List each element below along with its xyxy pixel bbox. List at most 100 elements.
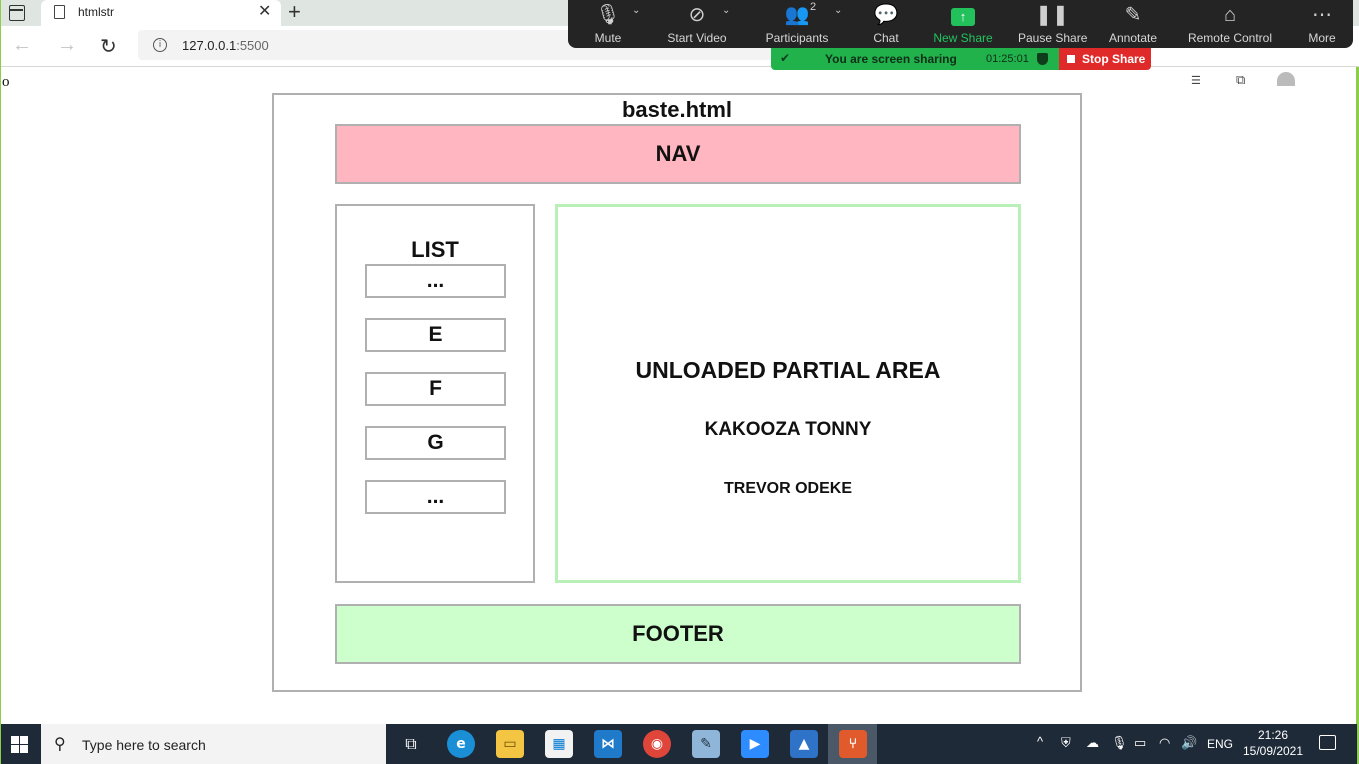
participant-count: 2 [810,1,817,13]
search-icon: ⚲ [54,734,66,753]
language-indicator[interactable]: ENG [1207,737,1233,751]
mute-button[interactable]: 🎙 ⌄ Mute [580,0,641,48]
list-item-label: E [428,323,443,346]
vscode-icon[interactable]: ⋈ [594,730,622,758]
screen-sharing-banner[interactable]: ✔ You are screen sharing 01:25:01 [771,48,1059,70]
more-dots-icon: ⋯ [1312,4,1332,26]
microphone-icon: 🎙 [595,4,621,26]
stop-share-button[interactable]: Stop Share [1059,48,1151,70]
list-item-label: G [427,431,444,454]
chevron-down-icon[interactable]: ⌄ [722,5,730,16]
partial-area: UNLOADED PARTIAL AREA KAKOOZA TONNY TREV… [555,204,1021,583]
security-shield-icon[interactable]: ⛨ [1061,735,1071,751]
close-tab-icon[interactable]: ✕ [258,3,271,21]
page-container: baste.html NAV LIST ... E F G ... UNLOAD… [272,93,1082,692]
browser-extension-icons: ☰ ⧉ [1181,70,1301,88]
screen: htmlstr ✕ + ← → ↻ i 127.0.0.1:5500 ☰ ⧉ 🎙… [0,0,1359,764]
system-tray: ^ ⛨ ☁ 🎙 ▭ ◠ 🔊 ENG [1031,724,1233,764]
chat-label: Chat [873,31,899,45]
store-icon[interactable]: ▦ [545,730,573,758]
participants-icon: 👥 [784,4,810,26]
footer-label: FOOTER [632,621,724,646]
page-title: baste.html [621,97,733,122]
list-item-label: ... [426,485,445,508]
footer-section: FOOTER [335,604,1021,664]
clock-time: 21:26 [1257,728,1289,742]
stop-icon [1067,55,1075,63]
chrome-icon[interactable]: ◉ [643,730,671,758]
more-button[interactable]: ⋯ More [1306,0,1338,48]
taskbar-clock[interactable]: 21:26 15/09/2021 [1239,727,1307,759]
back-arrow-icon[interactable]: ← [12,34,32,57]
list-title: LIST [411,237,459,262]
zoom-icon[interactable]: ▶ [741,730,769,758]
battery-icon[interactable]: ▭ [1134,735,1146,751]
reload-icon[interactable]: ↻ [100,34,117,59]
list-item-label: F [429,377,442,400]
list-item-label: ... [426,269,445,292]
wifi-icon[interactable]: ◠ [1159,735,1170,751]
chevron-down-icon[interactable]: ⌄ [834,5,842,16]
task-view-icon[interactable]: ⧉ [397,730,425,758]
partial-area-name-1: KAKOOZA TONNY [704,419,872,440]
list-item[interactable]: ... [365,480,506,514]
pen-icon: ✎ [1124,4,1142,26]
tab-actions-icon[interactable] [9,5,25,21]
browser-tab[interactable]: htmlstr ✕ [41,0,281,26]
stop-share-label: Stop Share [1082,52,1146,66]
search-placeholder: Type here to search [82,737,206,753]
chevron-up-icon[interactable]: ^ [1037,734,1043,749]
notepad-icon[interactable]: ✎ [692,730,720,758]
remote-control-label: Remote Control [1187,31,1273,45]
partial-area-title: UNLOADED PARTIAL AREA [635,357,941,383]
chevron-down-icon[interactable]: ⌄ [632,5,640,16]
new-share-button[interactable]: ↑ New Share [932,0,994,48]
photos-icon[interactable]: ▲ [790,730,818,758]
info-icon[interactable]: i [153,38,167,52]
collections-icon[interactable]: ⧉ [1236,72,1245,88]
windows-logo-icon [11,736,28,753]
cloud-icon[interactable]: ☁ [1086,735,1099,751]
reading-list-icon[interactable]: ☰ [1191,74,1201,87]
partial-area-name-2: TREVOR ODEKE [723,480,852,497]
file-explorer-icon[interactable]: ▭ [496,730,524,758]
chat-icon: 💬 [873,4,899,26]
new-tab-icon[interactable]: + [288,0,301,24]
git-icon[interactable]: ⑂ [839,730,867,758]
stray-text: o [2,74,10,90]
nav-label: NAV [655,141,701,166]
pause-icon: ❚❚ [1035,4,1069,26]
pause-share-label: Pause Share [1018,31,1088,45]
start-button[interactable] [1,724,41,764]
annotate-button[interactable]: ✎ Annotate [1106,0,1160,48]
participants-button[interactable]: 👥 2 ⌄ Participants [764,0,843,48]
mute-label: Mute [594,31,622,45]
zoom-share-toolbar: 🎙 ⌄ Mute ⊘ ⌄ Start Video 👥 2 ⌄ Participa… [568,0,1353,48]
tab-title: htmlstr [78,5,114,19]
sharing-status-text: You are screen sharing [825,52,957,66]
profile-avatar-icon[interactable] [1277,72,1295,86]
participants-label: Participants [765,31,829,45]
volume-icon[interactable]: 🔊 [1181,735,1197,751]
start-video-button[interactable]: ⊘ ⌄ Start Video [662,0,732,48]
shield-icon [1037,53,1048,65]
pause-share-button[interactable]: ❚❚ Pause Share [1018,0,1088,48]
list-item[interactable]: ... [365,264,506,298]
list-item[interactable]: G [365,426,506,460]
microphone-tray-icon[interactable]: 🎙 [1111,735,1128,751]
list-section: LIST ... E F G ... [335,204,535,583]
list-item[interactable]: E [365,318,506,352]
url-text[interactable]: 127.0.0.1:5500 [182,38,269,53]
taskbar-search-box[interactable]: ⚲ Type here to search [41,724,386,764]
url-host: 127.0.0.1 [182,38,237,53]
list-item[interactable]: F [365,372,506,406]
more-label: More [1308,31,1336,45]
edge-icon[interactable]: e [447,730,475,758]
remote-control-button[interactable]: ⌂ Remote Control [1186,0,1274,48]
drag-handle-icon[interactable]: ✔ [780,51,790,65]
notification-icon[interactable] [1319,735,1336,750]
page-icon [54,5,65,19]
annotate-label: Annotate [1108,31,1158,45]
chat-button[interactable]: 💬 Chat [866,0,906,48]
forward-arrow-icon[interactable]: → [57,34,77,57]
